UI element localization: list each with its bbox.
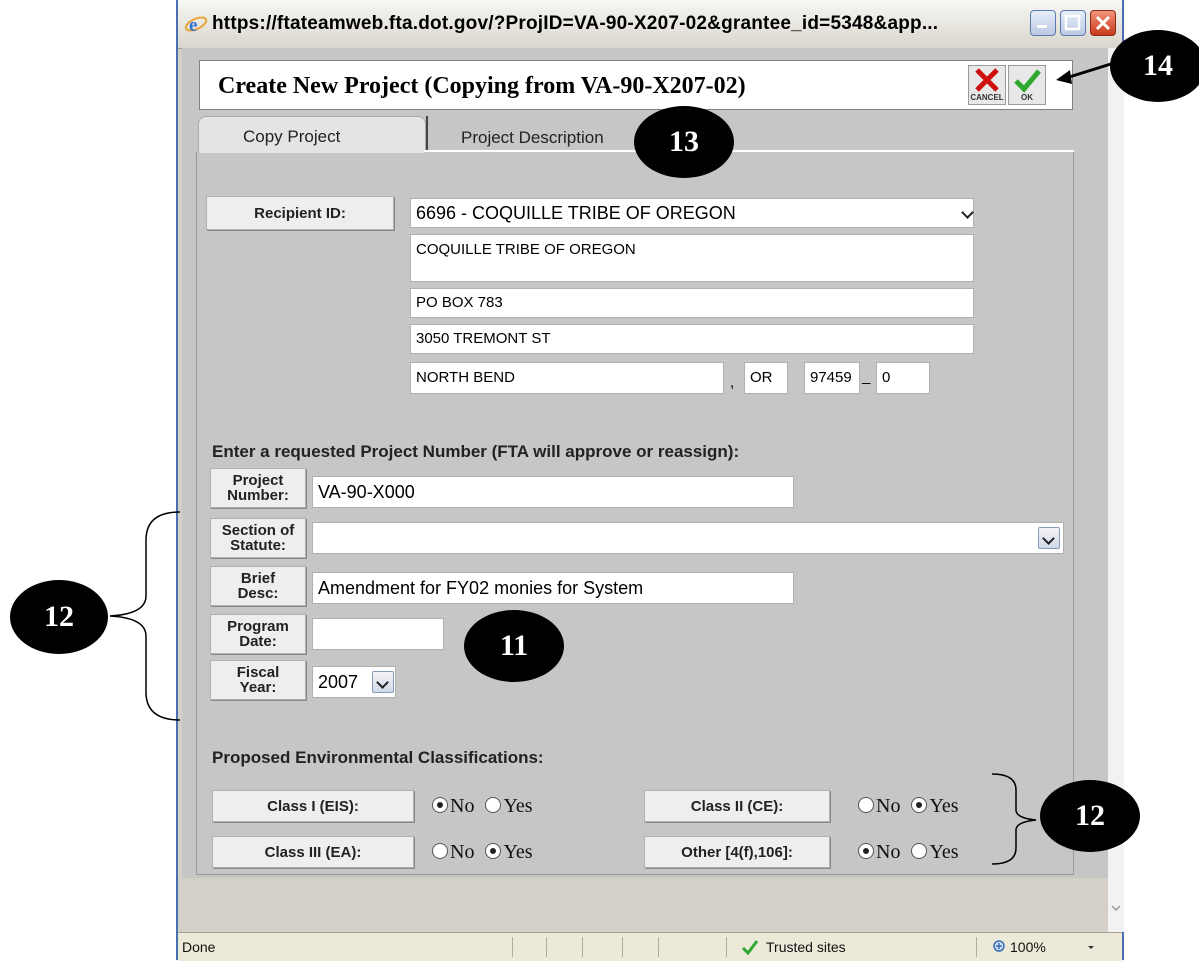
zoom-dropdown-icon[interactable] <box>1086 943 1096 953</box>
callout-14-arrowhead <box>1056 70 1072 84</box>
left-curly-bracket <box>109 511 181 721</box>
status-divider <box>658 937 659 957</box>
status-divider <box>622 937 623 957</box>
callout-11: 11 <box>464 610 564 682</box>
callout-13: 13 <box>634 106 734 178</box>
trusted-sites-check-icon <box>741 940 759 956</box>
zone-text: Trusted sites <box>766 939 846 955</box>
annotation-overlay <box>109 56 1131 865</box>
zoom-level[interactable]: 100% <box>1010 939 1046 955</box>
status-divider <box>726 937 727 957</box>
status-divider <box>582 937 583 957</box>
status-divider <box>512 937 513 957</box>
zoom-icon <box>993 940 1005 952</box>
status-text: Done <box>182 939 216 955</box>
callout-12-right: 12 <box>1040 780 1140 852</box>
status-divider <box>976 937 977 957</box>
status-bar: Done Trusted sites 100% <box>178 932 1122 961</box>
right-curly-bracket <box>991 773 1037 865</box>
callout-14: 14 <box>1110 30 1199 102</box>
status-divider <box>546 937 547 957</box>
callout-12-left: 12 <box>10 580 108 654</box>
